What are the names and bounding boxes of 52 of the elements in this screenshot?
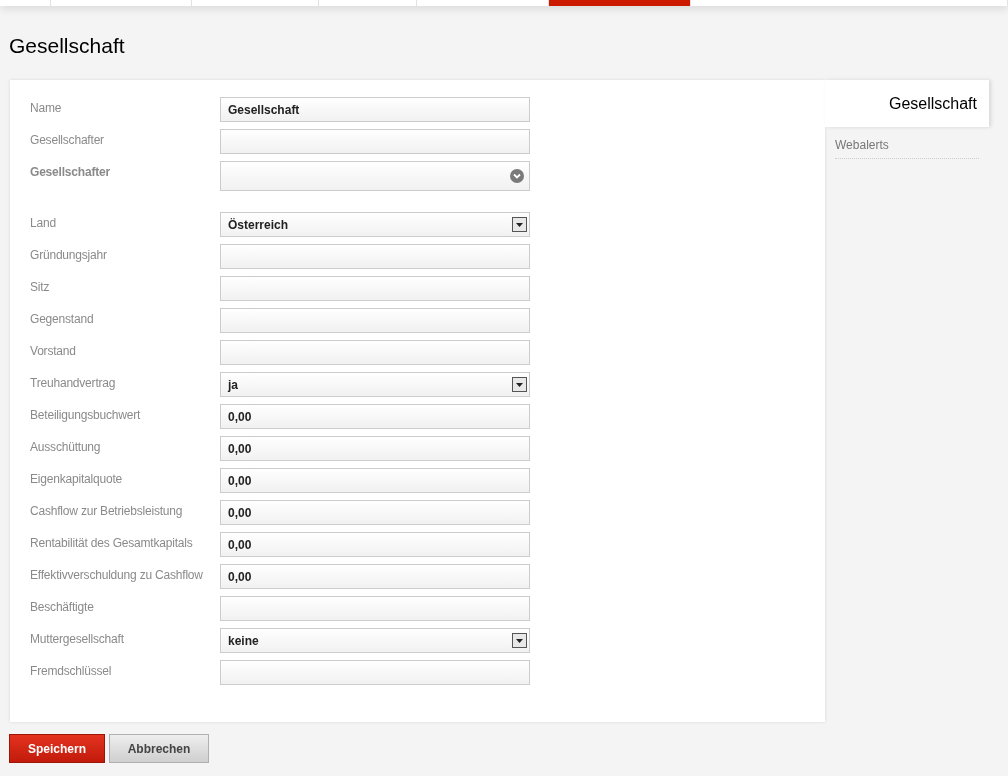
caret-icon [512, 377, 527, 392]
text-field[interactable] [220, 244, 530, 269]
field-label: Treuhandvertrag [30, 375, 117, 390]
nav-tab[interactable] [319, 0, 417, 6]
field-label: Eigenkapitalquote [30, 471, 123, 486]
nav-tab[interactable] [51, 0, 192, 6]
select-field[interactable]: ja [220, 372, 530, 397]
field-label: Gesellschafter [30, 132, 105, 147]
text-field[interactable] [220, 660, 530, 685]
text-field[interactable] [220, 276, 530, 301]
chevron-down-icon [510, 169, 524, 183]
cancel-button[interactable]: Abbrechen [109, 734, 209, 763]
field-label: Gesellschafter [30, 164, 111, 179]
field-label: Effektivverschuldung zu Cashflow [30, 567, 204, 582]
dropdown-field[interactable] [220, 161, 530, 191]
save-button[interactable]: Speichern [9, 734, 105, 763]
text-field[interactable]: 0,00 [220, 564, 530, 589]
select-field[interactable]: keine [220, 628, 530, 653]
nav-tab[interactable] [192, 0, 319, 6]
field-label: Gründungsjahr [30, 247, 108, 262]
field-label: Rentabilität des Gesamtkapitals [30, 535, 194, 550]
nav-tab[interactable] [691, 0, 1008, 6]
nav-tab[interactable] [417, 0, 549, 6]
field-label: Muttergesellschaft [30, 631, 125, 646]
caret-icon [512, 217, 527, 232]
field-label: Fremdschlüssel [30, 663, 113, 678]
field-label: Vorstand [30, 343, 77, 358]
field-label: Sitz [30, 279, 51, 294]
field-label: Gegenstand [30, 311, 95, 326]
field-label: Beschäftigte [30, 599, 95, 614]
nav-tab[interactable] [549, 0, 691, 6]
text-field[interactable] [220, 596, 530, 621]
side-tab[interactable]: Webalerts [835, 131, 979, 159]
text-field[interactable] [220, 129, 530, 154]
text-field[interactable]: 0,00 [220, 500, 530, 525]
text-field[interactable]: 0,00 [220, 404, 530, 429]
side-tab[interactable]: Gesellschaft [825, 80, 989, 127]
nav-tab[interactable] [0, 0, 51, 6]
select-field[interactable]: Österreich [220, 212, 530, 237]
text-field[interactable] [220, 308, 530, 333]
text-field[interactable] [220, 340, 530, 365]
field-label: Beteiligungsbuchwert [30, 407, 142, 422]
field-label: Ausschüttung [30, 439, 102, 454]
field-label: Name [30, 100, 63, 115]
page-title: Gesellschaft [9, 34, 125, 58]
field-label: Land [30, 215, 57, 230]
field-label: Cashflow zur Betriebsleistung [30, 503, 184, 518]
text-field[interactable]: 0,00 [220, 468, 530, 493]
caret-icon [512, 633, 527, 648]
text-field[interactable]: 0,00 [220, 436, 530, 461]
text-field[interactable]: Gesellschaft [220, 97, 530, 122]
text-field[interactable]: 0,00 [220, 532, 530, 557]
